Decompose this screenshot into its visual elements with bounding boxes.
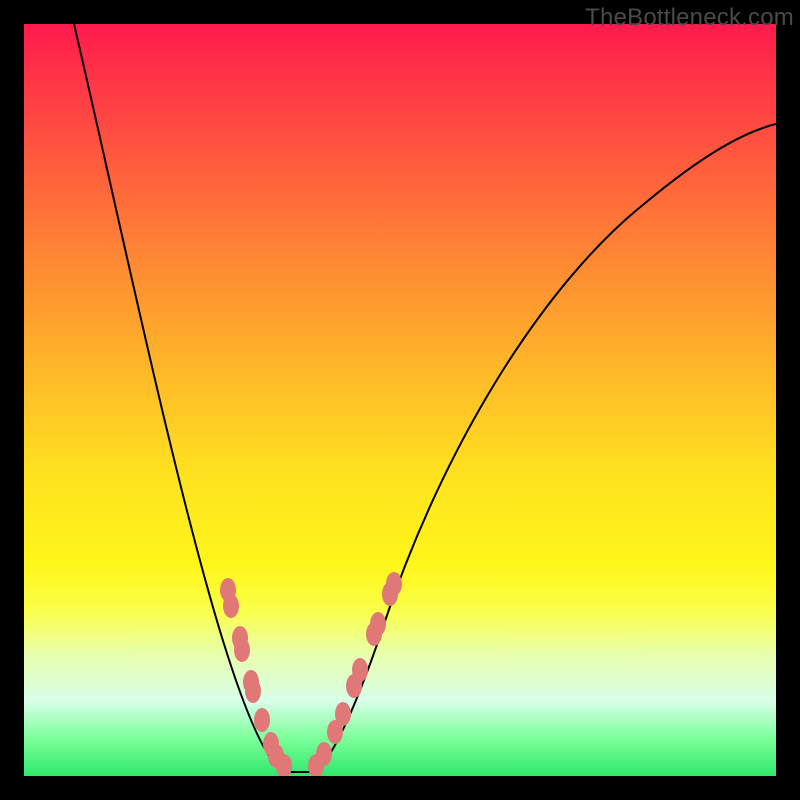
marker-right-5 xyxy=(352,658,368,682)
markers-left-group xyxy=(220,578,292,776)
marker-left-6 xyxy=(254,708,270,732)
marker-right-1 xyxy=(316,742,332,766)
chart-overlay xyxy=(24,24,776,776)
marker-right-3 xyxy=(335,702,351,726)
marker-left-3 xyxy=(234,638,250,662)
markers-right-group xyxy=(308,572,402,776)
marker-left-5 xyxy=(245,679,261,703)
bottleneck-curve xyxy=(74,24,776,772)
marker-right-7 xyxy=(370,612,386,636)
watermark-text: TheBottleneck.com xyxy=(585,4,794,32)
marker-left-1 xyxy=(223,594,239,618)
marker-right-9 xyxy=(386,572,402,596)
